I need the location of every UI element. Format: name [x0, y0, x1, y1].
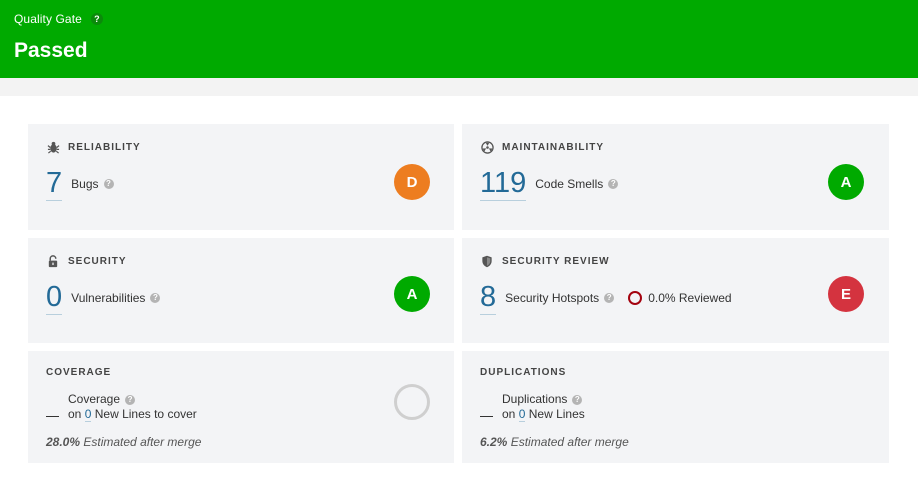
- coverage-empty-value: [46, 416, 59, 417]
- coverage-estimate-value: 28.0%: [46, 435, 81, 449]
- reliability-card: RELIABILITY 7 Bugs ? D: [28, 124, 454, 230]
- reliability-title: RELIABILITY: [46, 140, 141, 154]
- vulnerabilities-label: Vulnerabilities: [71, 290, 146, 305]
- reviewed-indicator: 0.0% Reviewed: [628, 290, 732, 305]
- security-rating-badge[interactable]: A: [394, 276, 430, 312]
- coverage-card: COVERAGE Coverage? on 0 New Lines to cov…: [28, 351, 454, 463]
- security-title-text: SECURITY: [68, 255, 127, 267]
- duplications-label: Duplications: [502, 392, 568, 406]
- bug-icon: [46, 140, 60, 154]
- duplications-title: DUPLICATIONS: [480, 367, 566, 378]
- duplications-new-lines-count[interactable]: 0: [518, 407, 526, 422]
- help-icon[interactable]: ?: [608, 178, 619, 189]
- help-icon[interactable]: ?: [572, 394, 583, 405]
- reliability-rating-badge[interactable]: D: [394, 164, 430, 200]
- maintainability-rating-badge[interactable]: A: [828, 164, 864, 200]
- reliability-metric: 7 Bugs ?: [46, 166, 114, 201]
- security-card: SECURITY 0 Vulnerabilities ? A: [28, 238, 454, 343]
- duplications-estimate-text: Estimated after merge: [510, 435, 629, 449]
- security-review-metric: 8 Security Hotspots ? 0.0% Reviewed: [480, 280, 732, 315]
- coverage-title: COVERAGE: [46, 367, 111, 378]
- quality-gate-banner: Quality Gate ? Passed: [0, 0, 918, 78]
- help-icon[interactable]: ?: [150, 292, 161, 303]
- security-review-title: SECURITY REVIEW: [480, 254, 610, 268]
- banner-divider: [0, 78, 918, 96]
- help-icon[interactable]: ?: [90, 13, 103, 25]
- coverage-suffix: New Lines to cover: [94, 407, 197, 421]
- vulnerabilities-count[interactable]: 0: [46, 280, 63, 315]
- maintainability-card: MAINTAINABILITY 119 Code Smells ? A: [462, 124, 889, 230]
- security-hotspots-count[interactable]: 8: [480, 280, 497, 315]
- bugs-count[interactable]: 7: [46, 166, 63, 201]
- quality-gate-header: Quality Gate ?: [14, 12, 103, 26]
- quality-gate-status: Passed: [14, 39, 88, 62]
- maintainability-title-text: MAINTAINABILITY: [502, 141, 605, 153]
- coverage-metric: Coverage? on 0 New Lines to cover: [46, 392, 197, 422]
- coverage-new-lines-count[interactable]: 0: [84, 407, 92, 422]
- security-hotspots-label: Security Hotspots: [505, 290, 600, 305]
- security-title: SECURITY: [46, 254, 127, 268]
- duplications-metric: Duplications? on 0 New Lines: [480, 392, 585, 422]
- help-icon[interactable]: ?: [103, 178, 114, 189]
- duplications-on-prefix: on: [502, 407, 516, 421]
- help-icon[interactable]: ?: [604, 292, 615, 303]
- security-review-card: SECURITY REVIEW 8 Security Hotspots ? 0.…: [462, 238, 889, 343]
- coverage-title-text: COVERAGE: [46, 367, 112, 378]
- coverage-donut: [394, 384, 430, 420]
- radiation-icon: [480, 140, 494, 154]
- duplications-suffix: New Lines: [528, 407, 585, 421]
- maintainability-title: MAINTAINABILITY: [480, 140, 604, 154]
- reviewed-ring-icon: [628, 290, 643, 305]
- help-icon[interactable]: ?: [125, 394, 136, 405]
- reliability-title-text: RELIABILITY: [68, 141, 141, 153]
- coverage-text: Coverage? on 0 New Lines to cover: [68, 392, 197, 422]
- coverage-estimate-text: Estimated after merge: [83, 435, 202, 449]
- duplications-estimate-value: 6.2%: [480, 435, 508, 449]
- coverage-estimate: 28.0% Estimated after merge: [46, 435, 201, 449]
- shield-icon: [480, 254, 494, 268]
- code-smells-count[interactable]: 119: [480, 166, 527, 201]
- lock-icon: [46, 254, 60, 268]
- coverage-label: Coverage: [68, 392, 121, 406]
- duplications-card: DUPLICATIONS Duplications? on 0 New Line…: [462, 351, 889, 463]
- security-review-rating-badge[interactable]: E: [828, 276, 864, 312]
- bugs-label: Bugs: [71, 176, 99, 191]
- quality-gate-label: Quality Gate: [14, 12, 82, 26]
- code-smells-label: Code Smells: [535, 176, 604, 191]
- security-review-title-text: SECURITY REVIEW: [502, 255, 610, 267]
- duplications-empty-value: [480, 416, 493, 417]
- duplications-text: Duplications? on 0 New Lines: [502, 392, 585, 422]
- duplications-estimate: 6.2% Estimated after merge: [480, 435, 629, 449]
- reviewed-text: 0.0% Reviewed: [648, 290, 732, 305]
- security-metric: 0 Vulnerabilities ?: [46, 280, 161, 315]
- coverage-on-prefix: on: [68, 407, 82, 421]
- duplications-title-text: DUPLICATIONS: [480, 367, 567, 378]
- maintainability-metric: 119 Code Smells ?: [480, 166, 619, 201]
